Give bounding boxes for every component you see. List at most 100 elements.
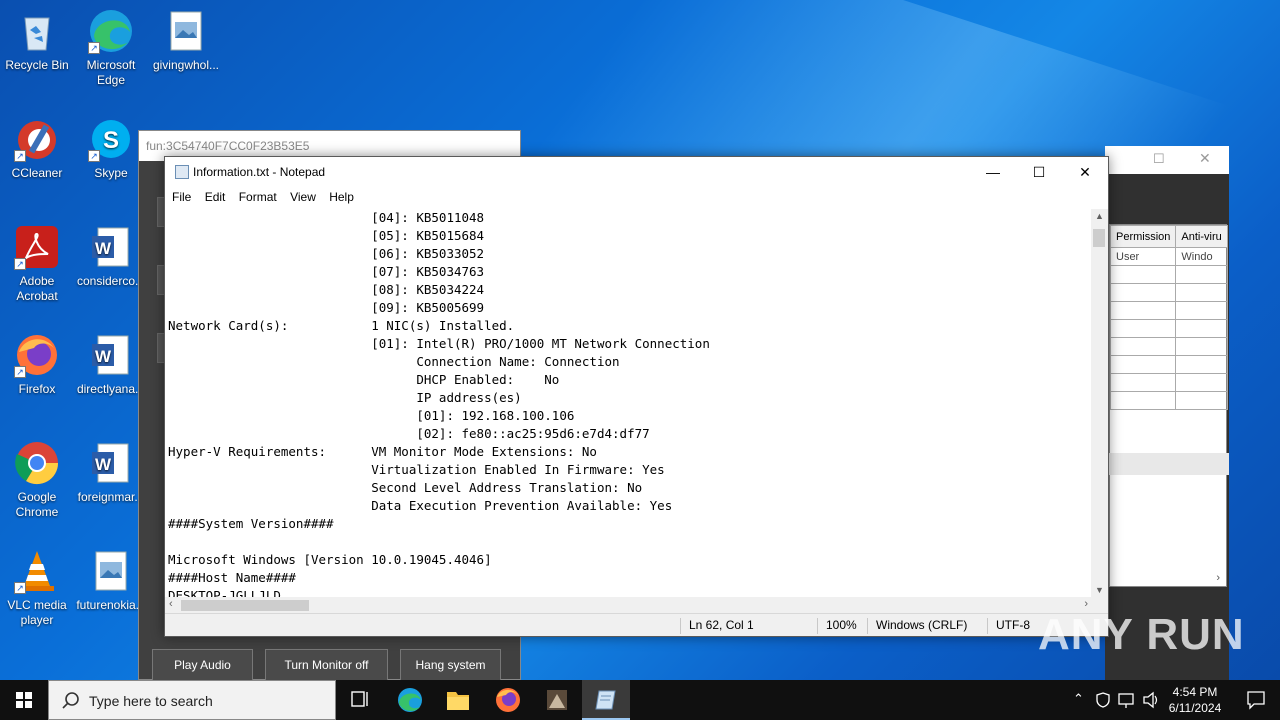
column-header-anti-virus[interactable]: Anti-viru [1175, 225, 1228, 248]
text-line: [06]: KB5033052 [168, 246, 485, 261]
text-line: IP address(es) [168, 390, 522, 405]
close-icon[interactable]: ✕ [1199, 150, 1211, 167]
scroll-down-icon[interactable]: ▼ [1095, 585, 1104, 595]
table-row [1109, 337, 1228, 356]
desktop-icon-foreignmar[interactable]: W foreignmar... [75, 440, 147, 505]
menu-view[interactable]: View [286, 187, 320, 207]
text-line: Virtualization Enabled In Firmware: Yes [168, 462, 665, 477]
desktop-icon-label: CCleaner [11, 166, 63, 180]
text-line: [01]: 192.168.100.106 [168, 408, 575, 423]
hang-system-button[interactable]: Hang system [400, 649, 501, 681]
desktop-icon-givingwhol[interactable]: givingwhol... [150, 8, 222, 73]
text-line: [08]: KB5034224 [168, 282, 485, 297]
desktop-icon-microsoft-edge[interactable]: ↗ Microsoft Edge [75, 8, 147, 88]
folder-icon [447, 692, 469, 710]
vertical-scroll-thumb[interactable] [1093, 229, 1105, 247]
desktop-icon-considerco[interactable]: W considerco... [75, 224, 147, 289]
notepad-titlebar[interactable]: Information.txt - Notepad — ☐ ✕ [165, 157, 1108, 187]
menu-edit[interactable]: Edit [201, 187, 230, 207]
desktop-icon-label: givingwhol... [152, 58, 220, 72]
start-button[interactable] [0, 680, 48, 720]
word-document-icon: W [88, 224, 134, 270]
menu-bar: File Edit Format View Help [165, 187, 1108, 209]
desktop-icon-recycle-bin[interactable]: Recycle Bin [1, 8, 73, 73]
svg-text:W: W [95, 455, 112, 474]
scroll-left-icon[interactable]: ‹ [169, 598, 173, 610]
taskbar: Type here to search ⌃ 4:54 PM 6/11/2024 [0, 680, 1280, 720]
chevron-up-icon: ⌃ [1073, 691, 1084, 706]
text-line: Network Card(s): 1 NIC(s) Installed. [168, 318, 515, 333]
text-line: ####System Version#### [168, 516, 334, 531]
text-line: ####Host Name#### [168, 570, 296, 585]
permission-table[interactable]: Permission Anti-viru User Windo › [1109, 224, 1228, 587]
taskbar-notepad[interactable] [582, 680, 630, 720]
desktop-icon-skype[interactable]: S ↗ Skype [75, 116, 147, 181]
close-button[interactable]: ✕ [1062, 157, 1108, 187]
desktop-icon-label: Recycle Bin [5, 58, 69, 72]
windows-logo-icon [16, 692, 32, 708]
shortcut-arrow-icon: ↗ [14, 582, 26, 594]
text-editor-area[interactable]: [04]: KB5011048 [05]: KB5015684 [06]: KB… [165, 209, 1092, 597]
text-line: [04]: KB5011048 [168, 210, 485, 225]
notepad-window[interactable]: Information.txt - Notepad — ☐ ✕ File Edi… [164, 156, 1109, 637]
play-audio-button[interactable]: Play Audio [152, 649, 253, 681]
taskbar-firefox[interactable] [484, 680, 532, 720]
desktop-icon-futurenokia[interactable]: futurenokia... [75, 548, 147, 613]
anyrun-watermark: ANY RUN [1038, 610, 1245, 659]
svg-text:W: W [95, 239, 112, 258]
network-icon [1118, 693, 1134, 708]
desktop-icon-ccleaner[interactable]: ↗ CCleaner [1, 116, 73, 181]
desktop-icon-firefox[interactable]: ↗ Firefox [1, 332, 73, 397]
taskbar-app[interactable] [533, 680, 581, 720]
vertical-scrollbar[interactable]: ▲ ▼ [1091, 209, 1108, 597]
text-line: [07]: KB5034763 [168, 264, 485, 279]
menu-help[interactable]: Help [325, 187, 358, 207]
text-line: Hyper-V Requirements: VM Monitor Mode Ex… [168, 444, 597, 459]
taskbar-search-box[interactable]: Type here to search [48, 680, 336, 720]
text-line: Second Level Address Translation: No [168, 480, 643, 495]
taskbar-clock[interactable]: 4:54 PM 6/11/2024 [1166, 684, 1224, 716]
taskbar-file-explorer[interactable] [434, 680, 482, 720]
clock-date: 6/11/2024 [1168, 701, 1222, 715]
notification-center-button[interactable] [1232, 680, 1280, 720]
desktop-icon-label: Adobe Acrobat [16, 274, 58, 303]
text-line: Data Execution Prevention Available: Yes [168, 498, 673, 513]
background-list-window[interactable]: ☐ ✕ Permission Anti-viru User Windo › [1105, 146, 1229, 680]
task-view-button[interactable] [336, 680, 384, 720]
vlc-cone-icon: ↗ [14, 548, 60, 594]
taskbar-edge[interactable] [386, 680, 434, 720]
desktop-icon-google-chrome[interactable]: Google Chrome [1, 440, 73, 520]
table-row [1109, 265, 1228, 284]
column-header-permission[interactable]: Permission [1109, 225, 1177, 248]
desktop-icon-adobe-acrobat[interactable]: ↗ Adobe Acrobat [1, 224, 73, 304]
scroll-right-icon[interactable]: › [1216, 572, 1220, 584]
maximize-icon[interactable]: ☐ [1153, 151, 1165, 167]
desktop-icon-directlyana[interactable]: W directlyana... [75, 332, 147, 397]
desktop-icon-vlc[interactable]: ↗ VLC media player [1, 548, 73, 628]
show-hidden-icons-button[interactable]: ⌃ [1070, 680, 1088, 720]
shortcut-arrow-icon: ↗ [88, 42, 100, 54]
text-line: DESKTOP-JGLLJLD [168, 588, 281, 597]
menu-format[interactable]: Format [235, 187, 281, 207]
desktop-icon-label: futurenokia... [76, 598, 146, 612]
maximize-button[interactable]: ☐ [1016, 157, 1062, 187]
table-row [1109, 319, 1228, 338]
scroll-right-icon[interactable]: › [1084, 598, 1088, 610]
search-placeholder: Type here to search [89, 693, 213, 709]
horizontal-scroll-thumb[interactable] [181, 600, 309, 611]
firefox-icon: ↗ [14, 332, 60, 378]
tray-security-icon[interactable] [1094, 680, 1112, 720]
app-icon [547, 690, 567, 710]
tray-volume-icon[interactable] [1141, 680, 1161, 720]
scroll-up-icon[interactable]: ▲ [1095, 211, 1104, 221]
status-zoom: 100% [817, 618, 857, 634]
search-icon [62, 692, 79, 709]
horizontal-scrollbar[interactable]: ‹ › [165, 597, 1092, 614]
tray-network-icon[interactable] [1117, 680, 1137, 720]
table-row[interactable]: User Windo [1109, 247, 1228, 266]
notification-icon [1247, 691, 1265, 710]
minimize-button[interactable]: — [970, 157, 1016, 187]
menu-file[interactable]: File [168, 187, 195, 207]
svg-text:W: W [95, 347, 112, 366]
turn-monitor-off-button[interactable]: Turn Monitor off [265, 649, 388, 681]
